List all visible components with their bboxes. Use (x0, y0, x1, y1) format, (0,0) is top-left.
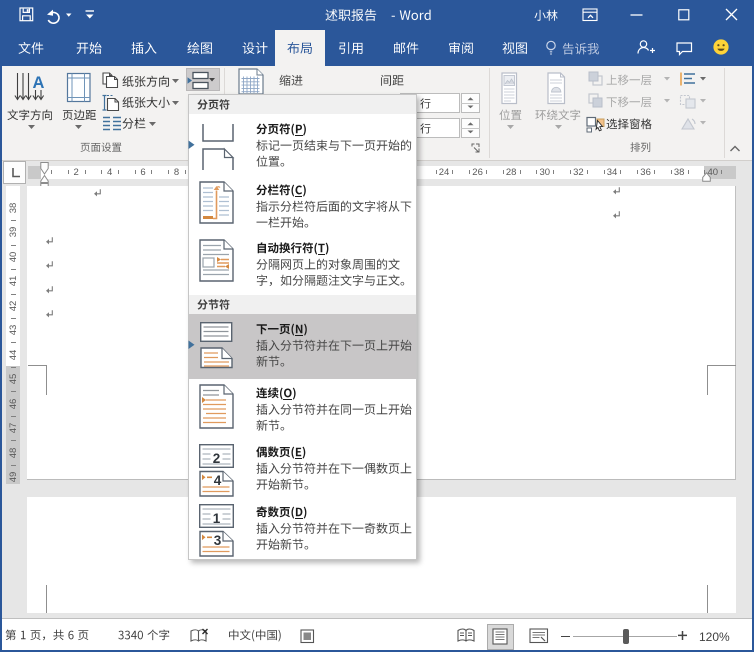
svg-text:1: 1 (213, 511, 221, 526)
svg-text:A: A (33, 74, 45, 92)
svg-text:2: 2 (213, 451, 221, 466)
svg-text:3: 3 (214, 533, 222, 548)
svg-text:4: 4 (214, 473, 222, 488)
